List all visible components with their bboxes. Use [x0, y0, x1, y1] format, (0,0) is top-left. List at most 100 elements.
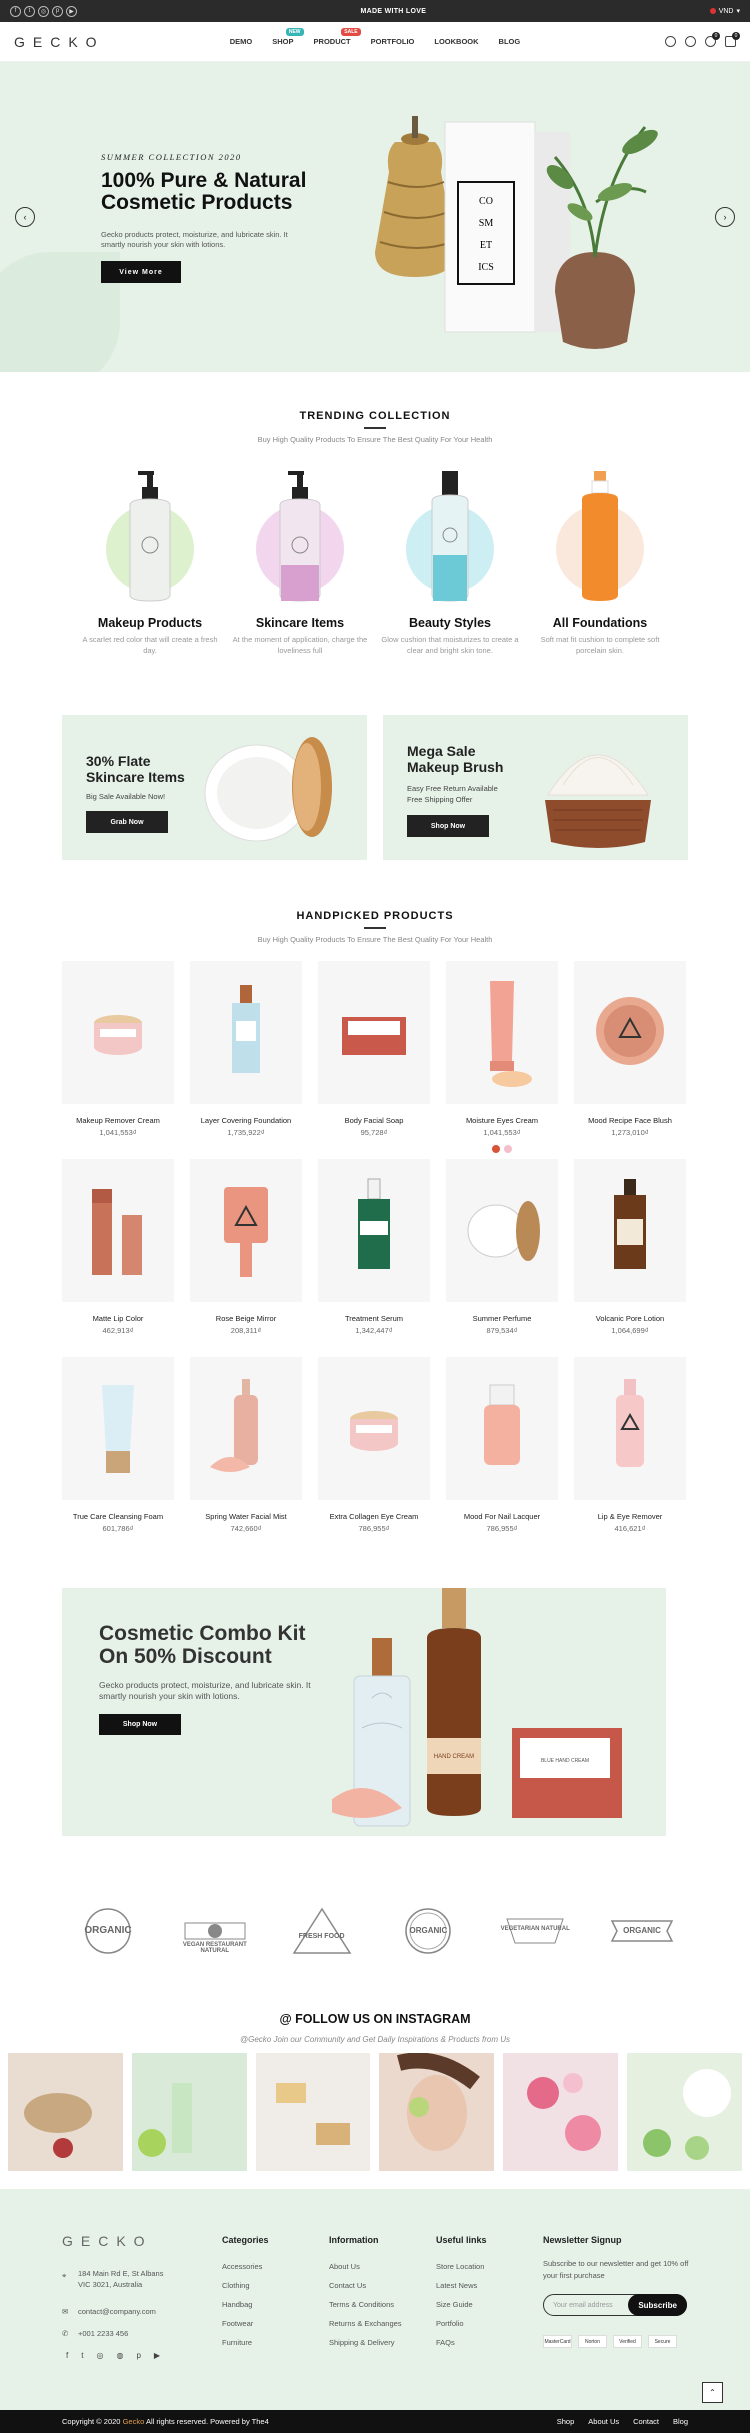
product-image[interactable]	[574, 1357, 686, 1500]
product-name[interactable]: Rose Beige Mirror	[190, 1314, 302, 1323]
brand-logo[interactable]: ORGANIC	[390, 1905, 466, 1957]
footer-link[interactable]: Latest News	[436, 2281, 487, 2290]
product-name[interactable]: Matte Lip Color	[62, 1314, 174, 1323]
category-card[interactable]: Skincare Items At the moment of applicat…	[230, 465, 370, 656]
product-image[interactable]	[62, 961, 174, 1104]
product-card[interactable]: Matte Lip Color 462,913₫	[62, 1159, 174, 1357]
footer-link[interactable]: Store Location	[436, 2262, 487, 2271]
newsletter-email-input[interactable]: Your email address Subscribe	[543, 2294, 687, 2316]
instagram-icon[interactable]: ◎	[96, 2351, 103, 2360]
youtube-icon[interactable]: ▶	[154, 2351, 160, 2360]
facebook-icon[interactable]: f	[10, 5, 21, 17]
color-swatch[interactable]	[504, 1145, 512, 1153]
product-card[interactable]: Treatment Serum 1,342,447₫	[318, 1159, 430, 1357]
product-name[interactable]: Makeup Remover Cream	[62, 1116, 174, 1125]
product-name[interactable]: Summer Perfume	[446, 1314, 558, 1323]
footer-link[interactable]: Returns & Exchanges	[329, 2319, 402, 2328]
product-card[interactable]: Moisture Eyes Cream 1,041,553₫	[446, 961, 558, 1159]
footer-link[interactable]: About Us	[329, 2262, 402, 2271]
product-name[interactable]: Treatment Serum	[318, 1314, 430, 1323]
nav-blog[interactable]: BLOG	[499, 37, 521, 46]
twitter-icon[interactable]: t	[24, 5, 35, 17]
back-to-top-button[interactable]: ⌃	[702, 2382, 723, 2403]
bottom-link[interactable]: About Us	[588, 2417, 619, 2426]
product-name[interactable]: Layer Covering Foundation	[190, 1116, 302, 1125]
product-name[interactable]: Body Facial Soap	[318, 1116, 430, 1125]
product-card[interactable]: Body Facial Soap 95,728₫	[318, 961, 430, 1159]
footer-phone[interactable]: +001 2233 456	[78, 2328, 128, 2339]
footer-logo[interactable]: GECKO	[62, 2233, 153, 2249]
product-card[interactable]: Makeup Remover Cream 1,041,553₫	[62, 961, 174, 1159]
bottom-link[interactable]: Shop	[557, 2417, 575, 2426]
facebook-icon[interactable]: f	[66, 2351, 68, 2360]
instagram-photo[interactable]	[255, 2053, 371, 2171]
view-more-button[interactable]: View More	[101, 261, 181, 283]
product-card[interactable]: Rose Beige Mirror 208,311₫	[190, 1159, 302, 1357]
footer-link[interactable]: Clothing	[222, 2281, 269, 2290]
product-name[interactable]: Mood Recipe Face Blush	[574, 1116, 686, 1125]
product-image[interactable]	[190, 1159, 302, 1302]
twitter-icon[interactable]: t	[81, 2351, 83, 2360]
nav-demo[interactable]: DEMO	[230, 37, 253, 46]
brand-link[interactable]: Gecko	[123, 2417, 145, 2426]
footer-link[interactable]: Portfolio	[436, 2319, 487, 2328]
product-image[interactable]	[62, 1159, 174, 1302]
footer-link[interactable]: Terms & Conditions	[329, 2300, 402, 2309]
footer-link[interactable]: Shipping & Delivery	[329, 2338, 402, 2347]
product-name[interactable]: Mood For Nail Lacquer	[446, 1512, 558, 1521]
footer-link[interactable]: Accessories	[222, 2262, 269, 2271]
shop-now-button[interactable]: Shop Now	[407, 815, 489, 837]
product-image[interactable]	[318, 1159, 430, 1302]
subscribe-button[interactable]: Subscribe	[628, 2294, 687, 2316]
cart-icon[interactable]: 0	[725, 32, 740, 47]
bottom-link[interactable]: Contact	[633, 2417, 659, 2426]
product-image[interactable]	[318, 1357, 430, 1500]
brush-banner[interactable]: Mega Sale Makeup Brush Easy Free Return …	[383, 715, 688, 860]
product-image[interactable]	[446, 961, 558, 1104]
prev-slide-button[interactable]: ‹	[15, 207, 35, 227]
product-card[interactable]: Mood Recipe Face Blush 1,273,010₫	[574, 961, 686, 1159]
category-card[interactable]: All Foundations Soft mat fit cushion to …	[530, 465, 670, 656]
product-card[interactable]: True Care Cleansing Foam 601,786₫	[62, 1357, 174, 1555]
brand-logo[interactable]: ORGANIC	[70, 1905, 146, 1957]
product-card[interactable]: Volcanic Pore Lotion 1,064,699₫	[574, 1159, 686, 1357]
product-card[interactable]: Mood For Nail Lacquer 786,955₫	[446, 1357, 558, 1555]
user-icon[interactable]	[685, 36, 696, 47]
product-name[interactable]: Extra Collagen Eye Cream	[318, 1512, 430, 1521]
category-card[interactable]: Beauty Styles Glow cushion that moisturi…	[380, 465, 520, 656]
product-image[interactable]	[574, 961, 686, 1104]
footer-link[interactable]: FAQs	[436, 2338, 487, 2347]
instagram-photo[interactable]	[131, 2053, 247, 2171]
category-card[interactable]: Makeup Products A scarlet red color that…	[80, 465, 220, 656]
product-name[interactable]: True Care Cleansing Foam	[62, 1512, 174, 1521]
product-name[interactable]: Volcanic Pore Lotion	[574, 1314, 686, 1323]
site-logo[interactable]: GECKO	[14, 34, 214, 50]
product-card[interactable]: Extra Collagen Eye Cream 786,955₫	[318, 1357, 430, 1555]
dribbble-icon[interactable]: ◍	[116, 2351, 123, 2360]
product-image[interactable]	[446, 1159, 558, 1302]
brand-logo[interactable]: VEGETARIAN NATURAL	[497, 1905, 573, 1957]
product-name[interactable]: Moisture Eyes Cream	[446, 1116, 558, 1125]
footer-email[interactable]: contact@company.com	[78, 2306, 156, 2317]
bottom-link[interactable]: Blog	[673, 2417, 688, 2426]
footer-link[interactable]: Handbag	[222, 2300, 269, 2309]
footer-link[interactable]: Footwear	[222, 2319, 269, 2328]
product-image[interactable]	[190, 1357, 302, 1500]
product-card[interactable]: Summer Perfume 879,534₫	[446, 1159, 558, 1357]
youtube-icon[interactable]: ▶	[66, 5, 77, 17]
heart-icon[interactable]: 0	[705, 32, 720, 47]
product-card[interactable]: Spring Water Facial Mist 742,660₫	[190, 1357, 302, 1555]
currency-selector[interactable]: VND ▾	[709, 7, 740, 15]
combo-shop-button[interactable]: Shop Now	[99, 1714, 181, 1735]
product-image[interactable]	[574, 1159, 686, 1302]
instagram-photo[interactable]	[8, 2053, 123, 2171]
nav-lookbook[interactable]: LOOKBOOK	[434, 37, 478, 46]
instagram-photo[interactable]	[503, 2053, 619, 2171]
nav-portfolio[interactable]: PORTFOLIO	[371, 37, 415, 46]
product-image[interactable]	[190, 961, 302, 1104]
nav-product[interactable]: PRODUCT SALE	[314, 28, 361, 46]
instagram-icon[interactable]: ◎	[38, 5, 49, 17]
nav-shop[interactable]: SHOP NEW	[272, 28, 304, 46]
color-swatch[interactable]	[492, 1145, 500, 1153]
skincare-banner[interactable]: 30% Flate Skincare Items Big Sale Availa…	[62, 715, 367, 860]
